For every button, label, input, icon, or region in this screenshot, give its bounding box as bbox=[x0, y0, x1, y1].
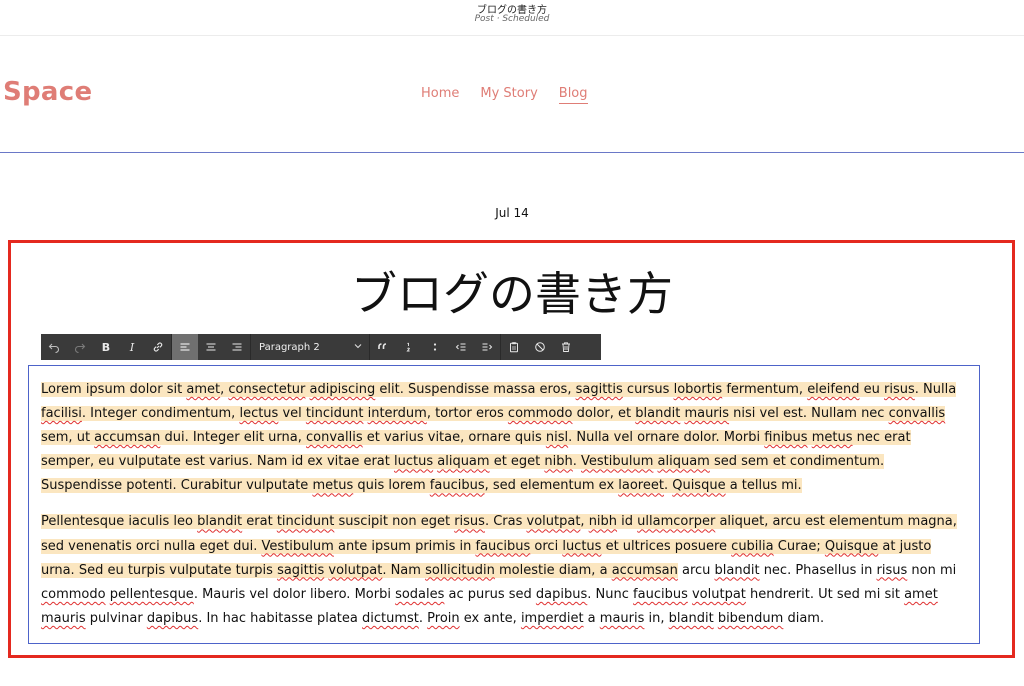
body-paragraph-1: Lorem ipsum dolor sit amet, consectetur … bbox=[41, 378, 967, 498]
bold-icon[interactable]: B bbox=[93, 334, 119, 360]
editor-top-bar: ブログの書き方 Post · Scheduled bbox=[0, 0, 1024, 36]
clipboard-icon[interactable] bbox=[501, 334, 527, 360]
post-date: Jul 14 bbox=[495, 206, 529, 220]
selected-text: Lorem ipsum dolor sit amet, consectetur … bbox=[41, 382, 957, 494]
chevron-down-icon bbox=[353, 341, 363, 354]
align-center-icon[interactable] bbox=[198, 334, 224, 360]
align-left-icon[interactable] bbox=[172, 334, 198, 360]
site-nav: Home My Story Blog bbox=[421, 86, 588, 104]
indent-icon[interactable] bbox=[474, 334, 500, 360]
body-paragraph-2: Pellentesque iaculis leo blandit erat ti… bbox=[41, 510, 967, 630]
nav-item-blog[interactable]: Blog bbox=[558, 86, 588, 104]
link-icon[interactable] bbox=[145, 334, 171, 360]
rich-text-editor[interactable]: Lorem ipsum dolor sit amet, consectetur … bbox=[28, 365, 980, 644]
block-format-value: Paragraph 2 bbox=[259, 341, 320, 353]
block-format-select[interactable]: Paragraph 2 bbox=[251, 334, 369, 360]
trash-icon[interactable] bbox=[553, 334, 579, 360]
align-right-icon[interactable] bbox=[224, 334, 250, 360]
outdent-icon[interactable] bbox=[448, 334, 474, 360]
italic-icon[interactable]: I bbox=[119, 334, 145, 360]
nav-item-my-story[interactable]: My Story bbox=[480, 86, 537, 104]
undo-icon[interactable] bbox=[41, 334, 67, 360]
document-status: Post · Scheduled bbox=[474, 14, 550, 24]
quote-icon[interactable] bbox=[370, 334, 396, 360]
site-logo[interactable]: Space bbox=[3, 77, 92, 107]
site-header: Space Home My Story Blog bbox=[0, 36, 1024, 153]
unordered-list-icon[interactable] bbox=[422, 334, 448, 360]
post-title[interactable]: ブログの書き方 bbox=[0, 258, 1024, 324]
clear-format-icon[interactable] bbox=[527, 334, 553, 360]
nav-item-home[interactable]: Home bbox=[421, 86, 459, 104]
ordered-list-icon[interactable] bbox=[396, 334, 422, 360]
redo-icon[interactable] bbox=[67, 334, 93, 360]
text-format-toolbar: B I Paragraph 2 bbox=[41, 334, 601, 360]
